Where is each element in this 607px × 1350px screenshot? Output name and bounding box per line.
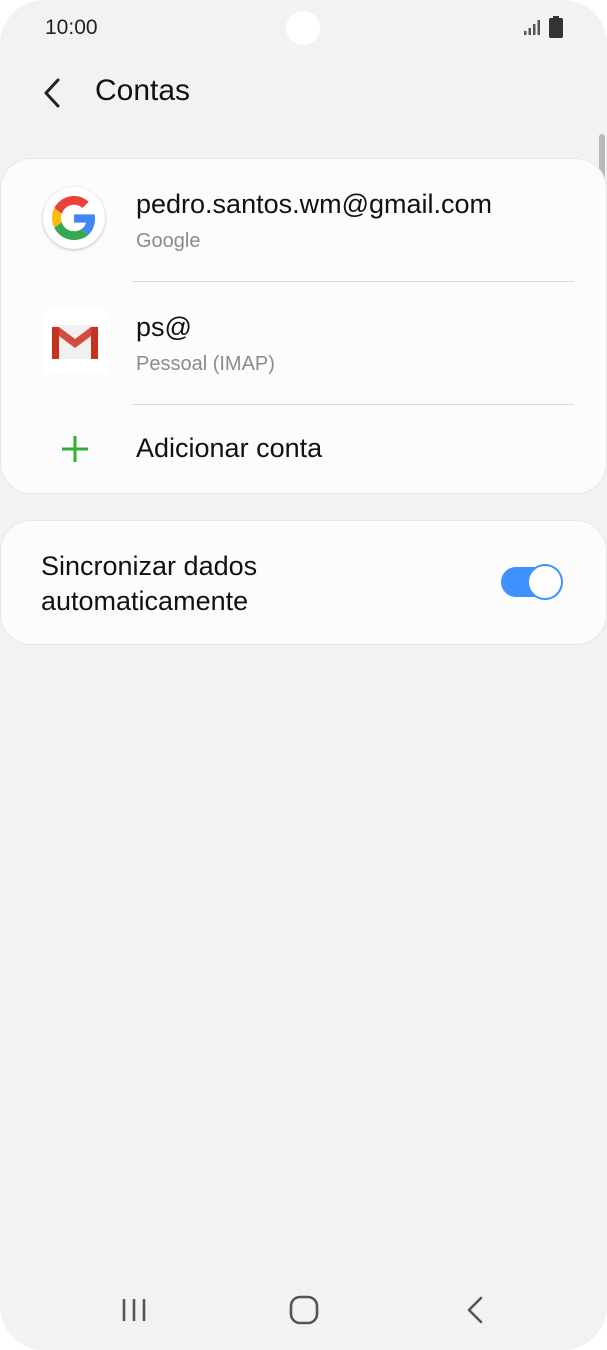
toggle-knob bbox=[527, 564, 563, 600]
navigation-bar bbox=[0, 1270, 607, 1350]
signal-icon bbox=[524, 20, 540, 35]
phone-screen: 10:00 Contas pedro.santos.wm@gmail.com G… bbox=[0, 0, 607, 1350]
nav-back-icon[interactable] bbox=[455, 1294, 495, 1326]
back-arrow-icon[interactable] bbox=[38, 76, 68, 110]
auto-sync-toggle[interactable] bbox=[501, 564, 563, 600]
account-name: pedro.santos.wm@gmail.com bbox=[136, 189, 493, 219]
account-type: Pessoal (IMAP) bbox=[136, 353, 275, 375]
battery-icon bbox=[549, 16, 563, 38]
account-type: Google bbox=[136, 230, 201, 252]
recents-icon[interactable] bbox=[114, 1294, 154, 1326]
account-row-google[interactable]: pedro.santos.wm@gmail.com Google bbox=[1, 159, 606, 281]
account-row-imap[interactable]: ps@ Pessoal (IMAP) bbox=[1, 282, 606, 404]
page-title: Contas bbox=[95, 74, 191, 107]
camera-cutout bbox=[286, 11, 320, 45]
status-bar: 10:00 bbox=[0, 0, 607, 56]
account-name: ps@ bbox=[136, 312, 192, 342]
gmail-icon bbox=[43, 310, 107, 374]
google-icon bbox=[43, 187, 107, 251]
add-account-button[interactable]: Adicionar conta bbox=[1, 405, 606, 493]
sync-label: Sincronizar dados automaticamente bbox=[41, 551, 258, 616]
add-account-label: Adicionar conta bbox=[136, 433, 323, 463]
top-app-bar: Contas bbox=[0, 60, 607, 128]
home-icon[interactable] bbox=[284, 1294, 324, 1326]
sync-card: Sincronizar dados automaticamente bbox=[1, 521, 606, 644]
accounts-card: pedro.santos.wm@gmail.com Google ps@ Pes… bbox=[1, 159, 606, 493]
plus-icon bbox=[62, 436, 88, 462]
status-time: 10:00 bbox=[45, 16, 98, 39]
